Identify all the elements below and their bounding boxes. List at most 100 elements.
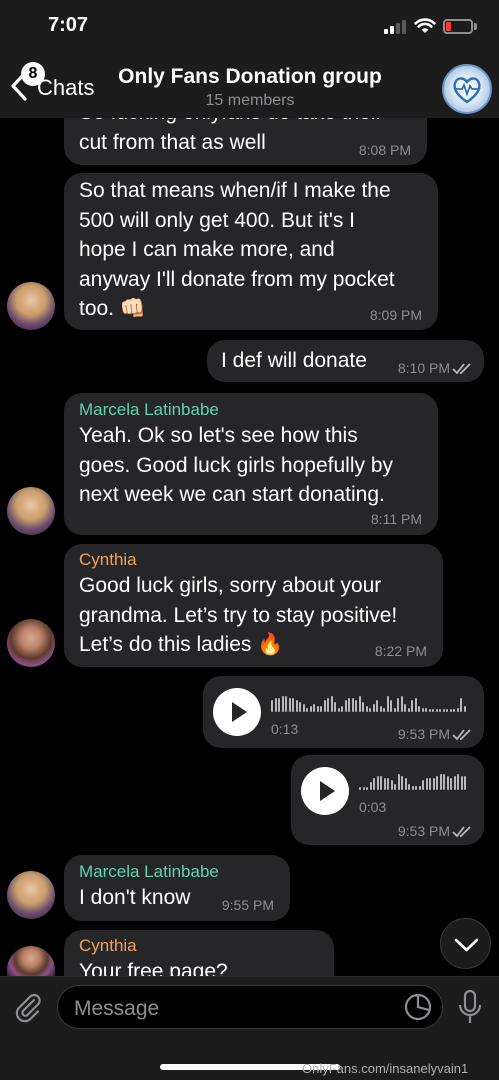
waveform-bar: [330, 696, 333, 712]
waveform-bar: [442, 709, 445, 712]
waveform-bar: [320, 706, 322, 712]
waveform-bar: [422, 780, 424, 790]
avatar[interactable]: [7, 946, 55, 976]
waveform-bar: [376, 776, 379, 790]
message-time: 8:08 PM: [358, 142, 411, 158]
message-time: 9:53 PM: [398, 823, 472, 839]
avatar[interactable]: [7, 487, 55, 535]
waveform-bar: [425, 778, 428, 790]
waveform-bar: [355, 700, 357, 712]
double-check-icon: [452, 729, 471, 741]
waveform-bar: [439, 709, 441, 712]
waveform-bar: [379, 706, 382, 712]
waveform-bar: [383, 778, 386, 790]
message-list[interactable]: So fucking onlyfans do take their cut fr…: [0, 118, 499, 976]
waveform-bar: [425, 708, 427, 712]
waveform-bar: [359, 787, 361, 790]
waveform-bar: [337, 708, 340, 712]
message-time-value: 8:10 PM: [397, 360, 450, 376]
waveform-bar: [278, 698, 280, 712]
waveform-bar: [362, 702, 364, 712]
waveform-bar: [271, 700, 273, 712]
waveform-bar: [401, 776, 403, 790]
waveform-bar: [365, 706, 368, 712]
message-bubble[interactable]: I def will donate 8:10 PM: [207, 340, 484, 382]
waveform-bar: [348, 698, 350, 712]
waveform-bar: [432, 709, 434, 712]
waveform-bar: [393, 708, 396, 712]
sender-name[interactable]: Cynthia: [79, 936, 137, 956]
voice-message[interactable]: 0:03 9:53 PM: [291, 755, 484, 845]
message-time: 9:53 PM: [398, 726, 472, 742]
waveform[interactable]: [271, 692, 471, 712]
double-check-icon: [452, 826, 471, 838]
message-time: 8:09 PM: [369, 307, 422, 323]
waveform-bar: [362, 787, 365, 790]
microphone-icon[interactable]: [456, 989, 484, 1025]
play-button[interactable]: [213, 688, 261, 736]
message-bubble[interactable]: Cynthia Good luck girls, sorry about you…: [64, 544, 443, 667]
waveform-bar: [281, 696, 284, 712]
waveform-bar: [464, 776, 466, 790]
group-avatar[interactable]: [442, 64, 492, 114]
waveform-bar: [369, 782, 372, 790]
waveform-bar: [457, 774, 459, 790]
waveform-bar: [383, 708, 385, 712]
waveform-bar: [295, 700, 298, 712]
message-text: I don't know: [79, 886, 191, 909]
play-button[interactable]: [301, 767, 349, 815]
waveform-bar: [463, 706, 466, 712]
message-bubble[interactable]: So that means when/if I make the 500 wil…: [64, 173, 438, 330]
waveform-bar: [446, 709, 448, 712]
waveform-bar: [344, 700, 347, 712]
waveform-bar: [456, 708, 459, 712]
input-bar: Message OnlyFans.com/insanelyvain1: [0, 976, 499, 1080]
chat-title[interactable]: Only Fans Donation group: [100, 65, 400, 89]
waveform-bar: [390, 700, 392, 712]
message-input[interactable]: Message: [57, 985, 443, 1029]
waveform-bar: [435, 709, 438, 712]
waveform-bar: [390, 780, 393, 790]
waveform-bar: [285, 696, 287, 712]
sticker-icon[interactable]: [404, 993, 432, 1021]
waveform-bar: [411, 786, 414, 790]
avatar[interactable]: [7, 619, 55, 667]
waveform-bar: [397, 774, 400, 790]
sender-name[interactable]: Marcela Latinbabe: [79, 862, 219, 882]
waveform-bar: [292, 698, 294, 712]
voice-duration: 0:13: [271, 721, 299, 737]
heart-icon: [453, 77, 481, 104]
voice-duration: 0:03: [359, 799, 387, 815]
avatar[interactable]: [7, 871, 55, 919]
waveform-bar: [313, 704, 315, 712]
scroll-down-button[interactable]: [440, 918, 491, 969]
sender-name[interactable]: Cynthia: [79, 550, 137, 570]
sender-name[interactable]: Marcela Latinbabe: [79, 400, 219, 420]
message-text: So that means when/if I make the 500 wil…: [79, 179, 395, 320]
message-bubble[interactable]: Marcela Latinbabe Yeah. Ok so let's see …: [64, 393, 438, 535]
waveform-bar: [418, 706, 420, 712]
battery-icon: [443, 19, 473, 34]
waveform-bar: [404, 778, 407, 790]
message-time: 8:22 PM: [374, 643, 427, 659]
avatar[interactable]: [7, 282, 55, 330]
waveform[interactable]: [359, 770, 471, 790]
waveform-bar: [404, 704, 406, 712]
waveform-bar: [449, 709, 452, 712]
voice-message[interactable]: 0:13 9:53 PM: [203, 676, 484, 748]
waveform-bar: [450, 778, 452, 790]
message-time: 9:55 PM: [221, 897, 274, 913]
message-bubble[interactable]: Cynthia Your free page?: [64, 930, 334, 976]
waveform-bar: [453, 709, 455, 712]
waveform-bar: [288, 698, 291, 712]
message-bubble[interactable]: So fucking onlyfans do take their cut fr…: [64, 118, 427, 165]
waveform-bar: [453, 776, 456, 790]
waveform-bar: [418, 786, 421, 790]
battery-tip: [474, 23, 477, 30]
paperclip-icon[interactable]: [12, 991, 44, 1023]
message-bubble[interactable]: Marcela Latinbabe I don't know 9:55 PM: [64, 855, 290, 921]
back-button[interactable]: Chats: [37, 75, 94, 101]
member-count[interactable]: 15 members: [100, 92, 400, 110]
waveform-bar: [351, 698, 354, 712]
message-text: Yeah. Ok so let's see how this goes. Goo…: [79, 424, 394, 506]
